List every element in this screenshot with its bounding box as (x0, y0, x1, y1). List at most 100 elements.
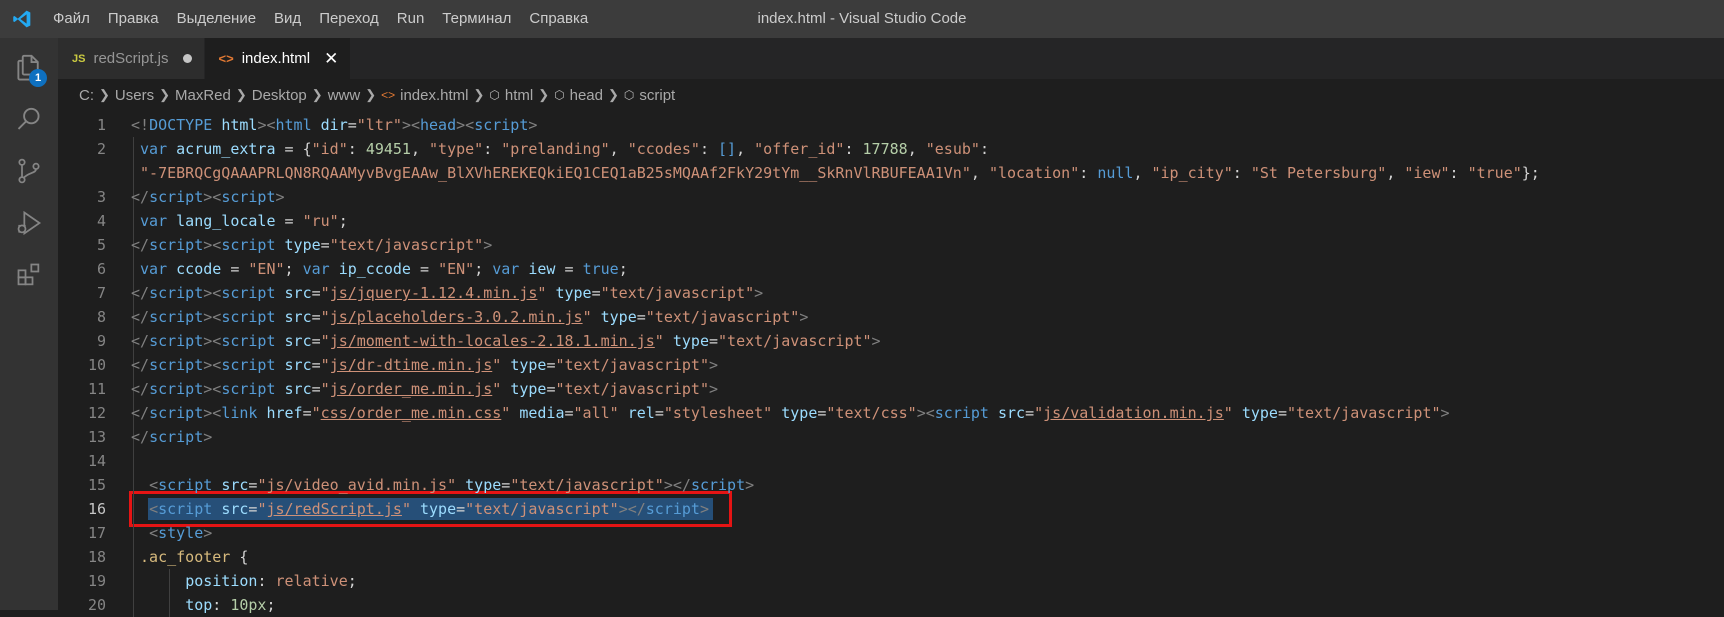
code-token: js/placeholders-3.0.2.min.js (329, 308, 583, 326)
code-token: "text/javascript" (465, 500, 619, 518)
code-token: > (745, 476, 755, 494)
code-token: script (221, 356, 276, 374)
line-number: 10 (87, 356, 106, 374)
code-token: < (266, 116, 276, 134)
code-token: ; (618, 260, 628, 278)
element-symbol-icon: ⬡ (489, 88, 500, 102)
tab-redscript-js[interactable]: JS redScript.js (58, 38, 205, 79)
menu-item[interactable]: Файл (44, 0, 99, 38)
menu-item[interactable]: Выделение (168, 0, 265, 38)
code-token: type (600, 308, 637, 326)
code-token: script (149, 308, 204, 326)
code-line[interactable]: 17 <style> (58, 521, 1724, 545)
menu-item[interactable]: Правка (99, 0, 168, 38)
code-token: "ltr" (356, 116, 402, 134)
menu-item[interactable]: Run (388, 0, 434, 38)
breadcrumb-item[interactable]: C: (79, 87, 94, 104)
code-token: 10px (230, 596, 267, 614)
code-token: "text/javascript" (1287, 404, 1441, 422)
code-token: iew (528, 260, 556, 278)
code-token: > (456, 116, 466, 134)
breadcrumb-symbol[interactable]: head (570, 87, 603, 104)
breadcrumb: C: ❯ Users ❯ MaxRed ❯ Desktop ❯ www ❯ <>… (58, 79, 1724, 111)
run-debug-icon[interactable] (0, 194, 58, 252)
code-token: js/dr-dtime.min.js (329, 356, 493, 374)
code-token: "stylesheet" (663, 404, 773, 422)
code-token: </ (131, 188, 150, 206)
code-line[interactable]: 16 <script src="js/redScript.js" type="t… (58, 497, 1724, 521)
code-line[interactable]: 3 </script><script> (58, 185, 1724, 209)
code-editor[interactable]: 1 <!DOCTYPE html><html dir="ltr"><head><s… (58, 111, 1724, 617)
code-text: </script><script src="js/order_me.min.js… (131, 377, 718, 401)
code-token: > (203, 188, 213, 206)
search-icon[interactable] (0, 90, 58, 148)
code-text: <script src="js/redScript.js" type="text… (131, 497, 709, 521)
code-token: </ (131, 332, 150, 350)
code-token: > (203, 356, 213, 374)
code-token: : (1232, 164, 1251, 182)
html-file-icon: <> (218, 51, 234, 66)
code-line[interactable]: 14 (58, 449, 1724, 473)
breadcrumb-item[interactable]: Users (115, 87, 154, 104)
code-token: = (311, 284, 321, 302)
code-token: = (311, 308, 321, 326)
breadcrumb-item[interactable]: MaxRed (175, 87, 231, 104)
breadcrumb-file[interactable]: index.html (400, 87, 468, 104)
tab-index-html[interactable]: <> index.html ✕ (204, 38, 352, 79)
code-token: " (492, 356, 502, 374)
code-token: " (311, 404, 321, 422)
breadcrumb-item[interactable]: www (328, 87, 361, 104)
code-token: style (158, 524, 204, 542)
code-token: > (799, 308, 809, 326)
code-line[interactable]: 18 .ac_footer { (58, 545, 1724, 569)
menu-item[interactable]: Переход (310, 0, 388, 38)
menu-item[interactable]: Вид (265, 0, 310, 38)
code-line[interactable]: 5 </script><script type="text/javascript"… (58, 233, 1724, 257)
code-line[interactable]: 13 </script> (58, 425, 1724, 449)
code-token: lang_locale (176, 212, 276, 230)
code-token: ccode (176, 260, 222, 278)
breadcrumb-symbol[interactable]: html (505, 87, 533, 104)
code-line[interactable]: 4 var lang_locale = "ru"; (58, 209, 1724, 233)
code-line[interactable]: 2 var acrum_extra = {"id": 49451, "type"… (58, 137, 1724, 161)
code-line[interactable]: 12 </script><link href="css/order_me.min.… (58, 401, 1724, 425)
menu-item[interactable]: Справка (520, 0, 597, 38)
code-text: </script> (131, 425, 212, 449)
code-line[interactable]: 10 </script><script src="js/dr-dtime.min.… (58, 353, 1724, 377)
code-line[interactable]: 20 top: 10px; (58, 593, 1724, 617)
code-token: position (185, 572, 258, 590)
code-token: = (591, 284, 601, 302)
code-line[interactable]: 9 </script><script src="js/moment-with-lo… (58, 329, 1724, 353)
code-line[interactable]: 19 position: relative; (58, 569, 1724, 593)
source-control-icon[interactable] (0, 142, 58, 200)
code-line[interactable]: "-7EBRQCgQAAAPRLQN8RQAAMyvBvgEAAw_BlXVhE… (58, 161, 1724, 185)
line-number: 20 (87, 596, 106, 614)
code-token: < (212, 332, 222, 350)
chevron-right-icon: ❯ (473, 87, 485, 102)
code-line[interactable]: 8 </script><script src="js/placeholders-3… (58, 305, 1724, 329)
close-icon[interactable]: ✕ (324, 50, 338, 67)
code-line[interactable]: 1 <!DOCTYPE html><html dir="ltr"><head><s… (58, 113, 1724, 137)
code-token: "prelanding" (501, 140, 610, 158)
extensions-icon[interactable] (0, 246, 58, 304)
unsaved-dot-icon[interactable] (182, 54, 192, 63)
code-line[interactable]: 11 </script><script src="js/order_me.min.… (58, 377, 1724, 401)
menu-item[interactable]: Терминал (433, 0, 520, 38)
code-token: "text/javascript" (555, 356, 709, 374)
code-token: < (212, 236, 222, 254)
code-line[interactable]: 6 var ccode = "EN"; var ip_ccode = "EN";… (58, 257, 1724, 281)
code-token: script (149, 428, 204, 446)
code-token: > (709, 380, 719, 398)
code-text: .ac_footer { (131, 545, 248, 569)
code-token: = (347, 116, 357, 134)
code-line[interactable]: 15 <script src="js/video_avid.min.js" ty… (58, 473, 1724, 497)
breadcrumb-item[interactable]: Desktop (252, 87, 307, 104)
code-token: , (970, 164, 989, 182)
breadcrumb-symbol[interactable]: script (639, 87, 675, 104)
code-line[interactable]: 7 </script><script src="js/jquery-1.12.4.… (58, 281, 1724, 305)
explorer-icon[interactable]: 1 (0, 38, 58, 96)
